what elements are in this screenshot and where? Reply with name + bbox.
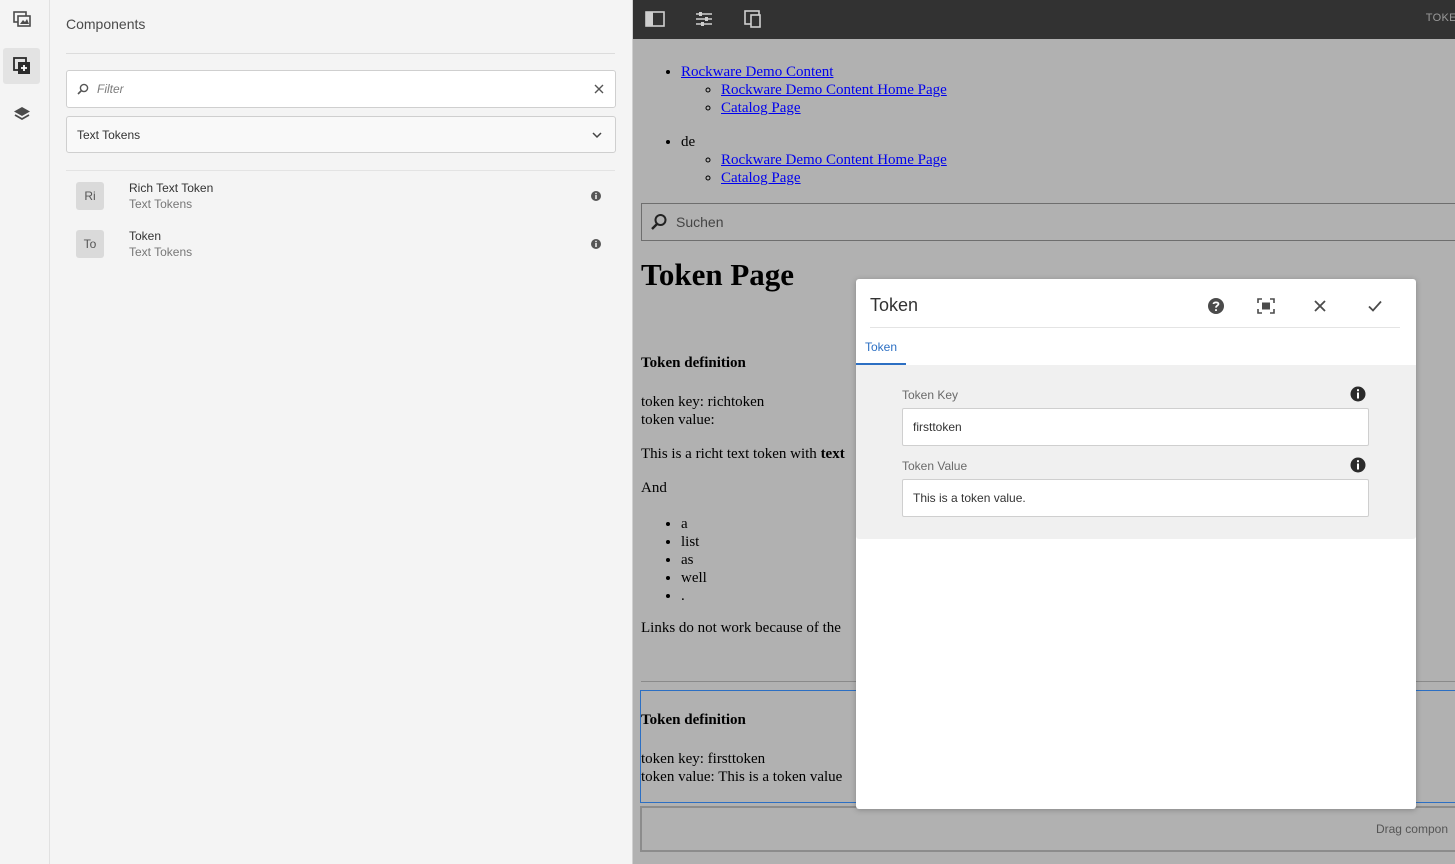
search-icon <box>651 214 667 230</box>
layers-icon <box>13 107 30 121</box>
info-icon[interactable] <box>591 191 601 201</box>
component-badge: Ri <box>76 182 104 210</box>
token-dialog: Token Token Token Key Token Val <box>856 279 1416 809</box>
filter-field <box>66 70 616 108</box>
list-item: . <box>681 587 707 605</box>
side-panel-icon <box>645 11 665 27</box>
divider <box>870 327 1400 328</box>
component-name: Token <box>129 229 162 243</box>
nav-label: de <box>681 134 696 150</box>
dialog-title: Token <box>870 295 919 315</box>
list-item: list <box>681 533 707 551</box>
info-icon[interactable] <box>591 239 601 249</box>
layers-button[interactable] <box>3 96 40 132</box>
close-icon <box>1314 300 1326 312</box>
token-key-text: token key: firsttoken <box>641 751 766 767</box>
components-icon <box>12 57 30 74</box>
editor-toolbar: TOKEN <box>633 0 1455 39</box>
components-panel: Components Text Tokens Ri Rich Text Toke… <box>50 0 633 864</box>
nav-link[interactable]: Rockware Demo Content Home Page <box>721 82 947 98</box>
side-rail <box>0 0 50 864</box>
fullscreen-button[interactable] <box>1255 295 1277 317</box>
tab-token[interactable]: Token <box>856 335 906 365</box>
chevron-down-icon <box>592 132 602 139</box>
cancel-button[interactable] <box>1309 295 1331 317</box>
fullscreen-icon <box>1257 298 1275 314</box>
info-icon[interactable] <box>1350 457 1366 473</box>
links-text: Links do not work because of the <box>641 620 841 636</box>
token-value-label: Token Value <box>902 459 968 473</box>
nav-link[interactable]: Rockware Demo Content <box>681 64 833 80</box>
list-item: as <box>681 551 707 569</box>
dropzone-label: Drag compon <box>1375 822 1448 836</box>
token-value-text: token value: This is a token value <box>641 769 843 785</box>
list-item: a <box>681 515 707 533</box>
component-group-select[interactable]: Text Tokens <box>66 116 616 153</box>
nav-link[interactable]: Catalog Page <box>721 100 801 116</box>
component-item-token[interactable]: To Token Text Tokens <box>66 220 616 264</box>
component-name: Rich Text Token <box>129 181 214 195</box>
emulator-button[interactable] <box>741 8 765 30</box>
token-definition-title: Token definition <box>641 712 746 728</box>
nav-item: Rockware Demo Content Rockware Demo Cont… <box>681 63 947 117</box>
panel-title: Components <box>66 16 146 32</box>
divider <box>66 170 615 171</box>
checkmark-icon <box>1368 300 1382 312</box>
toggle-side-panel-button[interactable] <box>643 8 667 30</box>
token-value-text: token value: <box>641 412 715 428</box>
done-button[interactable] <box>1364 295 1386 317</box>
token-key-text: token key: richtoken <box>641 394 765 410</box>
filter-input[interactable] <box>95 79 575 99</box>
token-value-input[interactable] <box>902 479 1369 517</box>
token-key-label: Token Key <box>902 388 959 402</box>
devices-icon <box>744 10 761 28</box>
divider <box>66 53 615 54</box>
nav-link[interactable]: Rockware Demo Content Home Page <box>721 152 947 168</box>
nav-item: de Rockware Demo Content Home Page Catal… <box>681 133 947 187</box>
component-group: Text Tokens <box>129 197 193 211</box>
component-badge: To <box>76 230 104 258</box>
help-icon <box>1208 298 1224 314</box>
assets-icon <box>12 11 31 27</box>
page-properties-button[interactable] <box>692 8 716 30</box>
search-icon <box>77 83 89 95</box>
page-title-label: TOKEN <box>1425 12 1455 24</box>
component-item-rich-text-token[interactable]: Ri Rich Text Token Text Tokens <box>66 172 616 216</box>
component-group: Text Tokens <box>129 245 193 259</box>
info-icon[interactable] <box>1350 386 1366 402</box>
site-search <box>641 203 1455 241</box>
rich-text-prefix: This is a richt text token with <box>641 446 821 462</box>
select-value: Text Tokens <box>77 128 141 142</box>
list-item: well <box>681 569 707 587</box>
token-key-input[interactable] <box>902 408 1369 446</box>
assets-button[interactable] <box>3 1 40 37</box>
token-definition-title: Token definition <box>641 355 746 371</box>
components-button[interactable] <box>3 48 40 84</box>
bullet-list: a list as well . <box>681 515 707 605</box>
drag-components-dropzone[interactable]: Drag compon <box>640 806 1455 852</box>
clear-icon[interactable] <box>593 83 605 95</box>
rich-text-paragraph: This is a richt text token with text <box>641 446 845 463</box>
sliders-icon <box>696 12 712 26</box>
navigation: Rockware Demo Content Rockware Demo Cont… <box>681 63 947 203</box>
tab-panel: Token Key Token Value <box>856 365 1416 539</box>
and-text: And <box>641 480 667 496</box>
nav-link[interactable]: Catalog Page <box>721 170 801 186</box>
rich-text-bold: text <box>820 446 845 462</box>
help-button[interactable] <box>1205 295 1227 317</box>
site-search-input[interactable] <box>674 213 1074 231</box>
page-heading: Token Page <box>641 257 795 292</box>
